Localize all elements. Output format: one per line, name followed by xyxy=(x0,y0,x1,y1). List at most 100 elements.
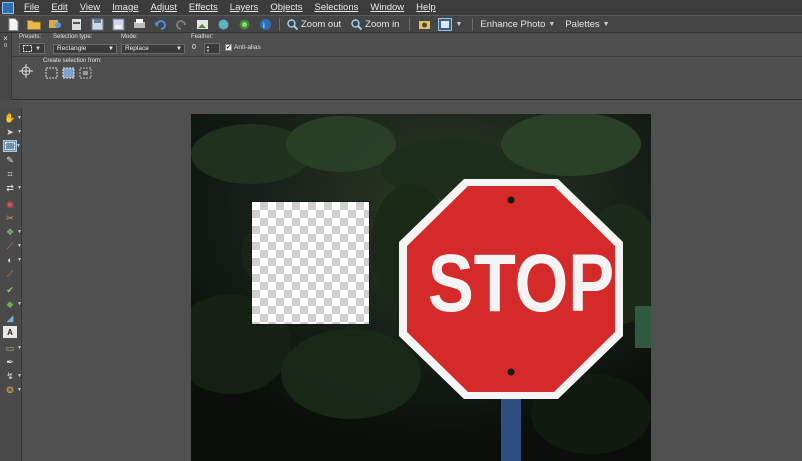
replace-color-tool-icon[interactable]: ✔ xyxy=(3,284,17,296)
chevron-down-icon: ▼ xyxy=(176,46,182,52)
toolbar-separator xyxy=(279,17,280,31)
checkmark-icon: ✔ xyxy=(225,44,232,51)
zoom-in-button[interactable]: Zoom in xyxy=(351,19,399,30)
close-icon[interactable]: × xyxy=(0,34,11,43)
rectangle-tool-icon[interactable]: ▭ ▼ xyxy=(3,342,22,354)
image-info-icon[interactable] xyxy=(195,17,209,31)
red-eye-tool-icon[interactable]: ◉ xyxy=(3,198,17,210)
open-folder-icon[interactable] xyxy=(27,17,41,31)
selection-from-canvas-button[interactable] xyxy=(45,66,58,79)
chevron-down-icon: ▼ xyxy=(35,45,41,52)
zoom-in-label: Zoom in xyxy=(365,18,400,30)
stepper-down-icon[interactable]: ▼ xyxy=(206,48,210,53)
presets-dropdown[interactable]: ▼ xyxy=(19,43,45,54)
selection-type-label: Selection type: xyxy=(53,34,93,40)
eraser-tool-icon[interactable]: ◢ xyxy=(3,312,17,324)
paint-brush-tool-icon[interactable]: ⟋ ▼ xyxy=(3,240,22,252)
new-file-icon[interactable] xyxy=(6,17,20,31)
scan-icon[interactable] xyxy=(69,17,83,31)
toolbar-separator xyxy=(472,17,474,31)
print-icon[interactable] xyxy=(132,17,146,31)
dropper-tool-icon[interactable]: ✎ xyxy=(3,154,17,166)
menu-edit[interactable]: Edit xyxy=(45,2,73,13)
menu-help[interactable]: Help xyxy=(410,2,442,13)
presets-label: Presets: xyxy=(19,34,42,40)
antialias-label: Anti-alias xyxy=(234,44,261,51)
warp-brush-tool-icon[interactable]: ↯ ▼ xyxy=(3,370,22,382)
selection-from-opaque-button[interactable] xyxy=(79,66,92,79)
palette-gripper[interactable]: × ¤ xyxy=(0,33,12,100)
svg-text:i: i xyxy=(263,21,265,30)
feather-value[interactable]: 0 xyxy=(192,44,196,51)
crop-tool-icon[interactable]: ⌗ xyxy=(3,168,17,180)
move-tool-icon[interactable]: ⇄ ▼ xyxy=(3,182,22,194)
pen-tool-icon[interactable]: ✒ xyxy=(3,356,17,368)
menu-layers[interactable]: Layers xyxy=(224,2,265,13)
toolbar-separator xyxy=(409,17,411,31)
text-tool-icon[interactable]: A xyxy=(3,326,17,338)
image-canvas[interactable]: STOP xyxy=(191,114,651,461)
layout-dropdown-button[interactable]: ▼ xyxy=(438,17,463,31)
pan-tool-icon[interactable]: ✋ ▼ xyxy=(3,112,22,124)
lighten-darken-tool-icon[interactable]: ◐ ▼ xyxy=(3,254,22,266)
menu-objects[interactable]: Objects xyxy=(264,2,308,13)
divider xyxy=(12,56,802,57)
undo-icon[interactable] xyxy=(153,17,167,31)
one-step-photo-fix-icon[interactable] xyxy=(417,17,431,31)
zoom-out-icon xyxy=(287,18,298,30)
makeover-tool-icon[interactable]: ✂ xyxy=(3,212,17,224)
menu-window[interactable]: Window xyxy=(364,2,410,13)
menu-selections[interactable]: Selections xyxy=(309,2,365,13)
selection-tool-icon[interactable]: ▼ xyxy=(3,140,21,152)
learning-center-icon[interactable]: i xyxy=(258,17,272,31)
flood-fill-tool-icon[interactable]: ◆ ▼ xyxy=(3,298,22,310)
menu-image[interactable]: Image xyxy=(106,2,144,13)
standard-toolbar: i Zoom out Zoom in ▼ Enhance Photo ▼ Pal… xyxy=(0,15,802,33)
chevron-down-icon: ▼ xyxy=(108,46,114,52)
selection-type-value: Rectangle xyxy=(57,45,87,52)
app-icon[interactable] xyxy=(2,1,14,14)
redo-icon[interactable] xyxy=(174,17,188,31)
browse-icon[interactable] xyxy=(48,17,62,31)
transparent-selection[interactable] xyxy=(251,201,370,325)
save-icon[interactable] xyxy=(90,17,104,31)
palettes-menu[interactable]: Palettes ▼ xyxy=(565,19,609,30)
pin-icon[interactable]: ¤ xyxy=(0,43,11,49)
menu-view[interactable]: View xyxy=(74,2,106,13)
crosshair-target-icon xyxy=(19,64,33,78)
antialias-checkbox[interactable]: ✔ xyxy=(225,44,232,51)
feather-label: Feather: xyxy=(191,34,214,40)
sign-post xyxy=(501,389,521,461)
tools-toolbar: ✋ ▼ ➤ ▼ ▼ ✎ ⌗ ⇄ ▼ ◉ ✂ ❖ ▼ ⟋ ▼ ◐ ▼ ⟋ ✔ ◆ ▼ ◢ A ▭… xyxy=(0,108,22,461)
clone-tool-icon[interactable]: ❖ ▼ xyxy=(3,226,22,238)
feather-stepper[interactable]: ▲ ▼ xyxy=(204,43,220,54)
zoom-out-button[interactable]: Zoom out xyxy=(287,19,341,30)
menu-adjust[interactable]: Adjust xyxy=(145,2,183,13)
menu-bar: File Edit View Image Adjust Effects Layers Obje… xyxy=(0,0,802,15)
create-selection-label: Create selection from: xyxy=(43,58,102,64)
adjust-color-icon[interactable] xyxy=(237,17,251,31)
selection-from-layer-button[interactable] xyxy=(62,66,75,79)
tool-options-palette: × ¤ Presets: ▼ Selection type: Rectangle… xyxy=(0,33,802,100)
selection-type-select[interactable]: Rectangle ▼ xyxy=(53,44,117,54)
zoom-in-icon xyxy=(351,18,363,30)
menu-file[interactable]: File xyxy=(18,2,45,13)
mode-select[interactable]: Replace ▼ xyxy=(121,44,185,54)
layout-icon xyxy=(438,17,453,31)
pick-tool-icon[interactable]: ➤ ▼ xyxy=(3,126,22,138)
stop-sign-text: STOP xyxy=(427,238,615,329)
mode-value: Replace xyxy=(125,45,149,52)
smudge-tool-icon[interactable]: ⟋ xyxy=(3,268,17,280)
enhance-photo-menu[interactable]: Enhance Photo ▼ xyxy=(480,19,555,30)
marquee-preset-icon xyxy=(23,45,33,52)
zoom-out-label: Zoom out xyxy=(301,18,342,30)
menu-effects[interactable]: Effects xyxy=(183,2,224,13)
enhance-photo-label: Enhance Photo xyxy=(480,18,546,30)
art-media-tool-icon[interactable]: ❂ ▼ xyxy=(3,384,22,396)
mode-label: Mode: xyxy=(121,34,138,40)
save-as-icon[interactable] xyxy=(111,17,125,31)
palettes-label: Palettes xyxy=(565,18,600,30)
chevron-down-icon: ▼ xyxy=(455,20,463,28)
resize-image-icon[interactable] xyxy=(216,17,230,31)
chevron-down-icon: ▼ xyxy=(602,20,610,28)
